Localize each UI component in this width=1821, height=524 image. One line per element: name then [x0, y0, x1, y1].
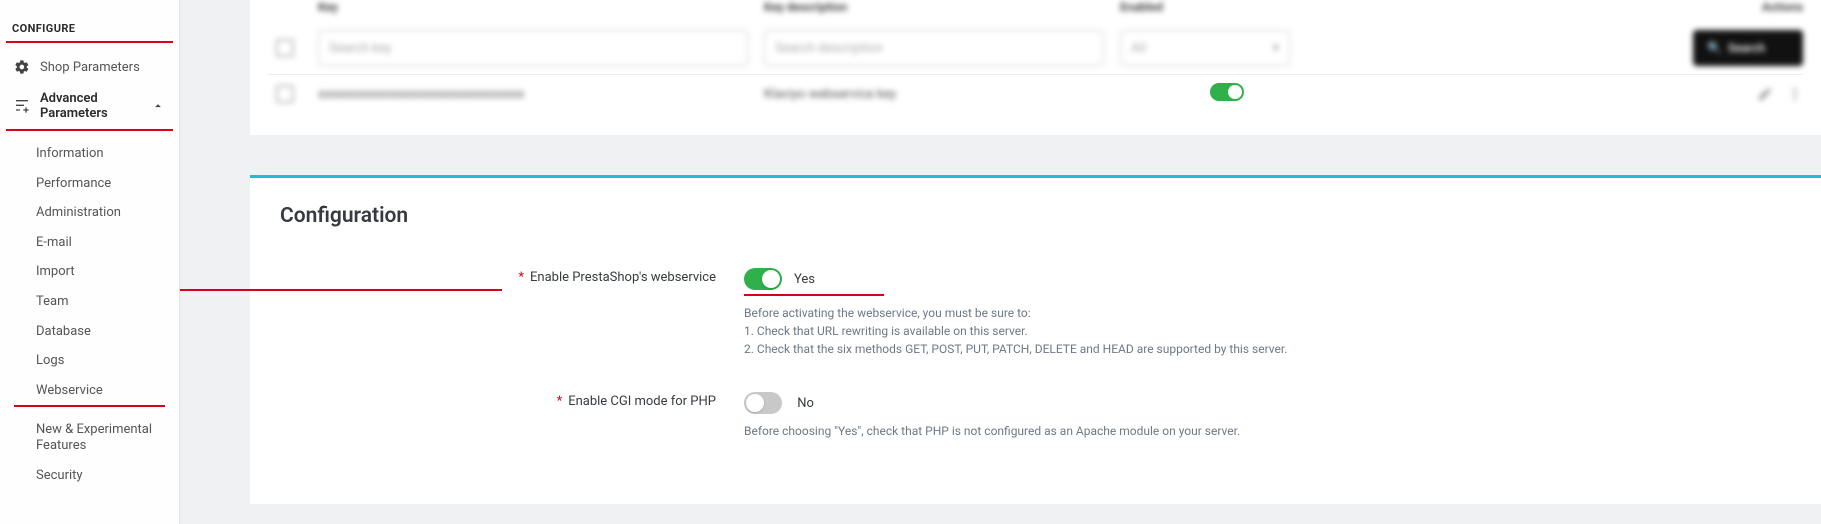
table-row: xxxxxxxxxxxxxxxxxxxxxxxxxxxxxxxx Klaviyo…	[268, 74, 1803, 113]
column-header-enabled[interactable]: Enabled	[1120, 0, 1290, 14]
sidebar-section-configure: CONFIGURE	[0, 22, 179, 41]
main-content: Key Key description Enabled Actions Sear…	[180, 0, 1821, 524]
sidebar-item-label: Advanced Parameters	[40, 91, 141, 121]
sidebar: CONFIGURE Shop Parameters Advanced Param…	[0, 0, 180, 524]
form-row-enable-webservice: * Enable PrestaShop's webservice Yes Befo…	[280, 268, 1791, 358]
sidebar-item-new-experimental[interactable]: New & Experimental Features	[0, 415, 179, 460]
cell-description: Klaviyo webservice key	[764, 87, 1104, 102]
required-marker: *	[557, 394, 563, 409]
annotation-underline-advanced	[6, 129, 173, 131]
sidebar-item-logs[interactable]: Logs	[0, 346, 179, 376]
field-label: Enable CGI mode for PHP	[568, 394, 716, 409]
annotation-underline-enable-webservice-toggle	[744, 294, 884, 296]
row-enabled-toggle[interactable]	[1210, 83, 1244, 101]
sidebar-item-database[interactable]: Database	[0, 317, 179, 347]
filter-key-input[interactable]: Search key	[318, 30, 748, 66]
panel-title: Configuration	[280, 204, 1791, 228]
filter-description-input[interactable]: Search description	[764, 30, 1104, 66]
sidebar-item-email[interactable]: E-mail	[0, 228, 179, 258]
annotation-underline-webservice	[14, 405, 165, 407]
help-text: Before choosing "Yes", check that PHP is…	[744, 422, 1791, 440]
field-label: Enable PrestaShop's webservice	[530, 270, 716, 285]
sidebar-item-performance[interactable]: Performance	[0, 169, 179, 199]
sidebar-item-advanced-parameters[interactable]: Advanced Parameters	[0, 83, 179, 129]
enable-cgi-toggle[interactable]	[744, 392, 782, 414]
configuration-panel: Configuration * Enable PrestaShop's webse…	[250, 175, 1821, 504]
select-all-checkbox[interactable]	[276, 39, 294, 57]
filter-enabled-select[interactable]: All▾	[1120, 30, 1290, 66]
annotation-underline-enable-webservice-label	[180, 289, 502, 291]
sidebar-item-webservice[interactable]: Webservice	[0, 376, 179, 406]
tune-icon	[14, 98, 30, 114]
table-filter-row: Search key Search description All▾ 🔍Sear…	[268, 22, 1803, 74]
toggle-value-label: Yes	[794, 272, 815, 287]
edit-icon[interactable]	[1757, 86, 1773, 102]
annotation-underline-configure	[6, 41, 173, 43]
toggle-value-label: No	[797, 396, 814, 411]
column-header-actions: Actions	[1693, 0, 1803, 14]
search-icon: 🔍	[1707, 41, 1722, 55]
cell-key: xxxxxxxxxxxxxxxxxxxxxxxxxxxxxxxx	[318, 87, 748, 102]
webservice-keys-panel: Key Key description Enabled Actions Sear…	[250, 0, 1821, 135]
sidebar-item-shop-parameters[interactable]: Shop Parameters	[0, 51, 179, 83]
sidebar-item-label: Shop Parameters	[40, 60, 140, 75]
form-row-enable-cgi: * Enable CGI mode for PHP No Before choos…	[280, 392, 1791, 440]
sidebar-item-administration[interactable]: Administration	[0, 198, 179, 228]
gear-icon	[14, 59, 30, 75]
required-marker: *	[518, 270, 524, 285]
sidebar-item-security[interactable]: Security	[0, 461, 179, 491]
enable-webservice-toggle[interactable]	[744, 268, 782, 290]
sidebar-item-import[interactable]: Import	[0, 257, 179, 287]
column-header-key[interactable]: Key	[318, 0, 748, 14]
sidebar-item-team[interactable]: Team	[0, 287, 179, 317]
help-text: Before activating the webservice, you mu…	[744, 304, 1791, 358]
column-header-description[interactable]: Key description	[764, 0, 1104, 14]
search-button[interactable]: 🔍Search	[1693, 30, 1803, 66]
table-header-row: Key Key description Enabled Actions	[268, 0, 1803, 22]
chevron-up-icon	[151, 98, 165, 114]
sidebar-item-information[interactable]: Information	[0, 139, 179, 169]
row-checkbox[interactable]	[276, 85, 294, 103]
more-icon[interactable]	[1787, 86, 1803, 102]
